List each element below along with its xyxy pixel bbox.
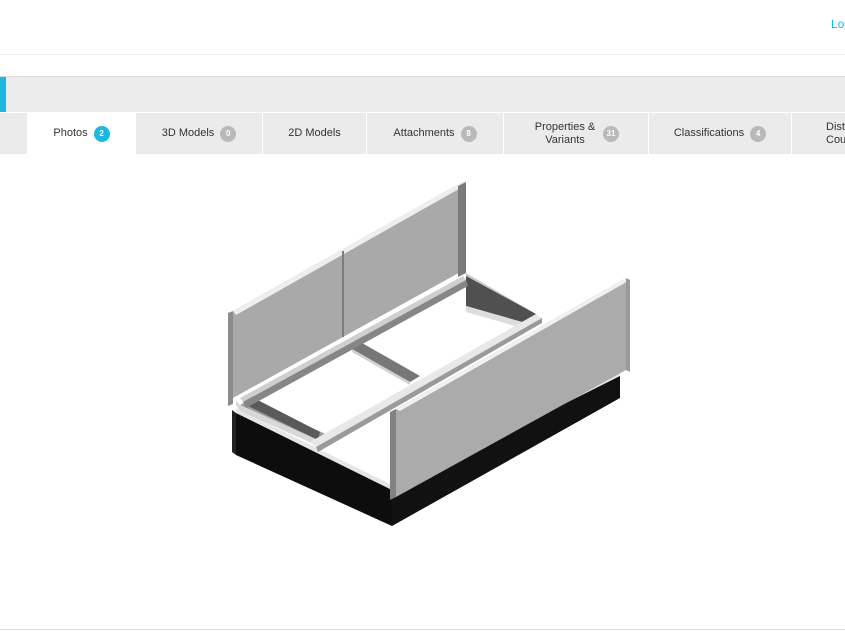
page: Log n Photos 2 3D Models 0 2D Models Att…: [0, 0, 845, 642]
tab-properties-variants-badge: 31: [603, 125, 619, 142]
tab-properties-variants[interactable]: Properties & Variants 31: [504, 113, 648, 154]
product-title-band: [0, 76, 845, 112]
tab-photos-badge: 2: [93, 125, 110, 142]
tab-classifications[interactable]: Classifications 4: [649, 113, 791, 154]
footer-divider: [0, 629, 845, 630]
photo-panel: [0, 155, 845, 629]
tab-3d-models[interactable]: 3D Models 0: [136, 113, 262, 154]
tab-attachments-label: Attachments: [393, 127, 455, 139]
product-tabs: n Photos 2 3D Models 0 2D Models Attachm…: [0, 113, 845, 154]
tab-photos-label: Photos: [53, 127, 88, 139]
tab-photos[interactable]: Photos 2: [28, 113, 135, 154]
tab-3d-models-label: 3D Models: [161, 127, 215, 139]
tab-attachments-badge: 8: [460, 125, 477, 142]
tab-3d-models-badge: 0: [220, 125, 237, 142]
title-accent-bar: [0, 77, 6, 112]
tab-2d-models[interactable]: 2D Models: [263, 113, 366, 154]
top-header: Log: [0, 0, 845, 55]
tab-properties-variants-label: Properties & Variants: [534, 120, 596, 146]
tab-2d-models-label: 2D Models: [288, 127, 341, 139]
tab-overview[interactable]: n: [0, 113, 27, 154]
product-photo-3d-skylight-frame: [228, 181, 630, 526]
tab-distribution-label: Dist Cou: [826, 120, 845, 146]
tab-classifications-label: Classifications: [673, 127, 745, 139]
tab-classifications-badge: 4: [750, 125, 767, 142]
login-link[interactable]: Log: [831, 17, 845, 31]
tab-attachments[interactable]: Attachments 8: [367, 113, 503, 154]
tab-distribution[interactable]: Dist Cou: [792, 113, 845, 154]
